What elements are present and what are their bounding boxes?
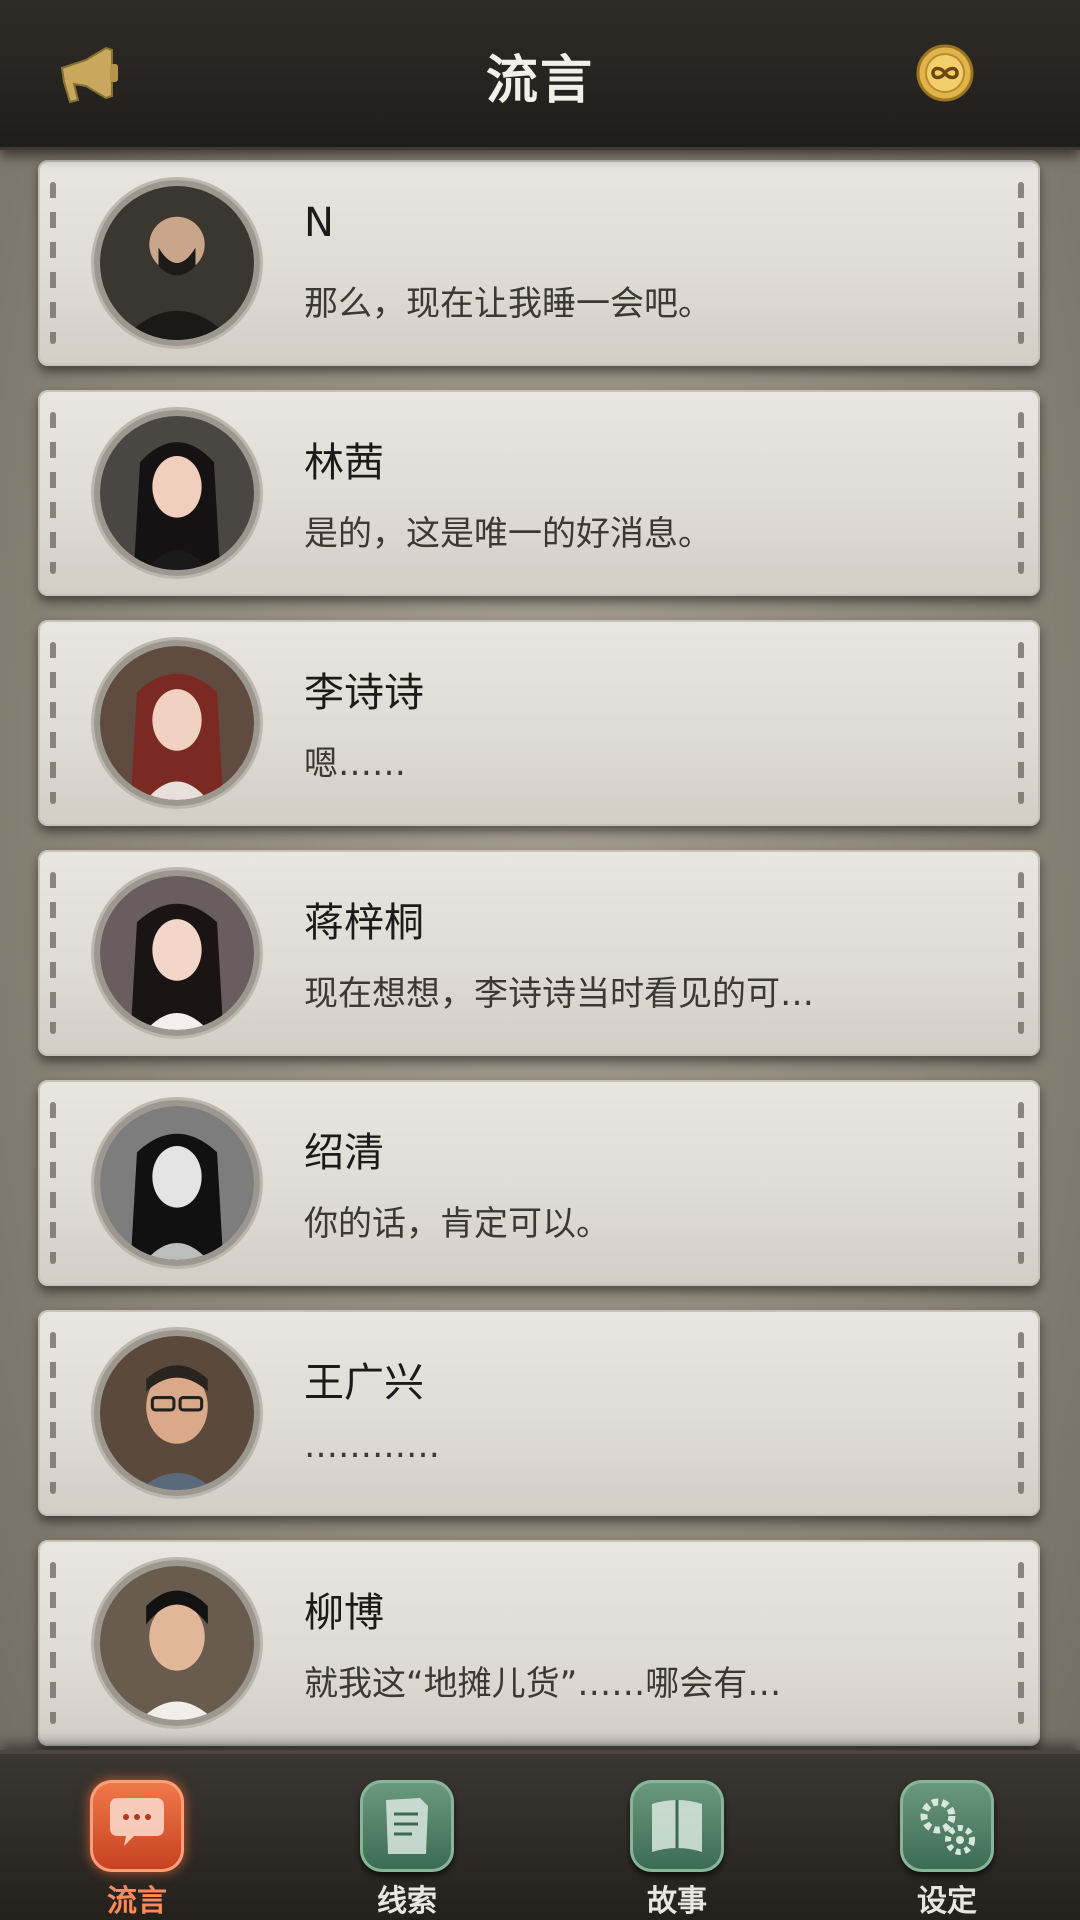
chat-bubble-icon — [90, 1780, 184, 1872]
top-bar: 流言 — [0, 0, 1080, 150]
gears-icon — [900, 1780, 994, 1872]
tab-label: 流言 — [107, 1884, 167, 1919]
avatar — [94, 1560, 260, 1726]
contact-name: 林茜 — [304, 440, 384, 486]
message-preview: 现在想想，李诗诗当时看见的可… — [304, 974, 814, 1014]
avatar — [94, 410, 260, 576]
contact-name: 柳博 — [304, 1590, 384, 1636]
message-card[interactable]: 绍清 你的话，肯定可以。 — [38, 1080, 1040, 1286]
message-card[interactable]: 蒋梓桐 现在想想，李诗诗当时看见的可… — [38, 850, 1040, 1056]
tab-label: 故事 — [647, 1884, 707, 1919]
avatar — [94, 1330, 260, 1496]
message-preview: ………… — [304, 1426, 440, 1466]
message-card[interactable]: N 那么，现在让我睡一会吧。 — [38, 160, 1040, 366]
tab-label: 线索 — [377, 1884, 437, 1919]
tab-settings[interactable]: 设定 — [892, 1780, 1002, 1920]
contact-name: 蒋梓桐 — [304, 900, 424, 946]
tab-label: 设定 — [917, 1884, 977, 1919]
avatar — [94, 870, 260, 1036]
document-icon — [360, 1780, 454, 1872]
tab-clues[interactable]: 线索 — [352, 1780, 462, 1920]
message-preview: 你的话，肯定可以。 — [304, 1204, 610, 1244]
message-list: N 那么，现在让我睡一会吧。 林茜 是的，这是唯一的好消息。 李诗诗 嗯…… 蒋… — [0, 150, 1080, 1750]
message-preview: 就我这“地摊儿货”……哪会有… — [304, 1664, 782, 1704]
infinity-coin-icon[interactable] — [916, 44, 974, 102]
bottom-nav: 流言 线索 故事 设定 — [0, 1750, 1080, 1920]
message-preview: 那么，现在让我睡一会吧。 — [304, 284, 712, 324]
app-root: 流言 N 那么，现在让我睡一会吧。 林茜 是的，这是唯一的好消息。 李诗诗 嗯…… — [0, 0, 1080, 1920]
avatar — [94, 180, 260, 346]
contact-name: 绍清 — [304, 1130, 384, 1176]
message-card[interactable]: 王广兴 ………… — [38, 1310, 1040, 1516]
avatar — [94, 640, 260, 806]
tab-rumors[interactable]: 流言 — [82, 1780, 192, 1920]
contact-name: 王广兴 — [304, 1360, 424, 1406]
message-card[interactable]: 林茜 是的，这是唯一的好消息。 — [38, 390, 1040, 596]
contact-name: 李诗诗 — [304, 670, 424, 716]
message-card[interactable]: 李诗诗 嗯…… — [38, 620, 1040, 826]
tab-story[interactable]: 故事 — [622, 1780, 732, 1920]
book-icon — [630, 1780, 724, 1872]
avatar — [94, 1100, 260, 1266]
message-card[interactable]: 柳博 就我这“地摊儿货”……哪会有… — [38, 1540, 1040, 1746]
message-preview: 是的，这是唯一的好消息。 — [304, 514, 712, 554]
contact-name: N — [304, 200, 334, 246]
message-preview: 嗯…… — [304, 744, 406, 784]
